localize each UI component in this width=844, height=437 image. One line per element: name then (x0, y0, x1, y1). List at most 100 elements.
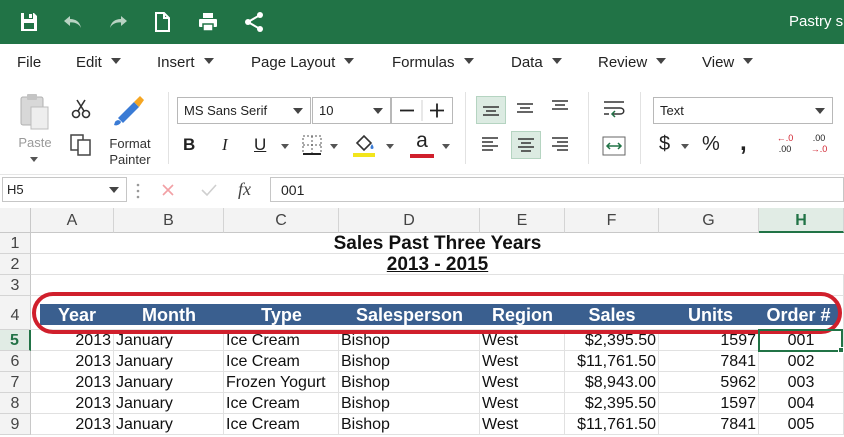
comma-style-button[interactable]: , (740, 129, 747, 157)
cell-type[interactable]: Frozen Yogurt (224, 372, 339, 393)
column-header-d[interactable]: D (339, 208, 480, 233)
decrease-decimal-button[interactable]: .00 →.0 (804, 133, 834, 155)
cell-month[interactable]: January (114, 414, 224, 435)
menu-formulas[interactable]: Formulas (392, 54, 474, 71)
empty-row-3[interactable] (31, 275, 844, 296)
menu-page-layout[interactable]: Page Layout (251, 54, 355, 71)
column-header-e[interactable]: E (480, 208, 565, 233)
row-header-5[interactable]: 5 (0, 330, 31, 351)
undo-icon[interactable] (61, 10, 85, 34)
menu-data[interactable]: Data (511, 54, 562, 71)
sheet-title-cell[interactable]: Sales Past Three Years (31, 233, 844, 254)
formula-input[interactable]: 001 (270, 177, 844, 202)
fill-handle[interactable] (838, 347, 844, 353)
row-header-9[interactable]: 9 (0, 414, 31, 435)
column-header-f[interactable]: F (565, 208, 659, 233)
cell-order-number[interactable]: 002 (759, 351, 844, 372)
merge-cells-button[interactable] (601, 134, 627, 158)
menu-view[interactable]: View (702, 54, 754, 71)
cell-units[interactable]: 7841 (659, 351, 759, 372)
cancel-entry-icon[interactable] (160, 182, 176, 198)
cell-month[interactable]: January (114, 330, 224, 351)
column-header-a[interactable]: A (31, 208, 114, 233)
cell-region[interactable]: West (480, 351, 565, 372)
menu-edit[interactable]: Edit (76, 54, 121, 71)
wrap-text-button[interactable] (601, 97, 627, 121)
number-format-dropdown[interactable]: Text (653, 97, 833, 124)
column-header-b[interactable]: B (114, 208, 224, 233)
select-all-corner[interactable] (0, 208, 31, 233)
cell-type[interactable]: Ice Cream (224, 351, 339, 372)
row-header-8[interactable]: 8 (0, 393, 31, 414)
cell-salesperson[interactable]: Bishop (339, 393, 480, 414)
more-options-icon[interactable] (136, 183, 140, 199)
cell-sales[interactable]: $11,761.50 (565, 414, 659, 435)
cell-units[interactable]: 7841 (659, 414, 759, 435)
cell-region[interactable]: West (480, 393, 565, 414)
align-left-button[interactable] (476, 131, 506, 159)
cell-order-number[interactable]: 003 (759, 372, 844, 393)
align-middle-button[interactable] (511, 96, 541, 124)
font-size-dropdown[interactable]: 10 (312, 97, 391, 124)
save-icon[interactable] (17, 10, 41, 34)
share-icon[interactable] (242, 10, 266, 34)
menu-file[interactable]: File (17, 54, 41, 71)
paste-dropdown-icon[interactable] (30, 157, 38, 162)
cell-units[interactable]: 5962 (659, 372, 759, 393)
header-order-number[interactable]: Order # (759, 304, 838, 325)
cell-year[interactable]: 2013 (31, 393, 114, 414)
align-top-button[interactable] (476, 96, 506, 124)
cell-sales[interactable]: $2,395.50 (565, 393, 659, 414)
cell-salesperson[interactable]: Bishop (339, 414, 480, 435)
cell-salesperson[interactable]: Bishop (339, 372, 480, 393)
align-center-button[interactable] (511, 131, 541, 159)
cell-year[interactable]: 2013 (31, 351, 114, 372)
menu-review[interactable]: Review (598, 54, 667, 71)
row-header-4[interactable]: 4 (0, 296, 31, 330)
cell-salesperson[interactable]: Bishop (339, 330, 480, 351)
cell-year[interactable]: 2013 (31, 414, 114, 435)
cell-month[interactable]: January (114, 393, 224, 414)
cell-order-number[interactable]: 004 (759, 393, 844, 414)
cell-month[interactable]: January (114, 351, 224, 372)
fill-color-dropdown-icon[interactable] (386, 144, 394, 149)
header-salesperson[interactable]: Salesperson (339, 304, 480, 325)
name-box[interactable]: H5 (2, 177, 127, 202)
header-region[interactable]: Region (480, 304, 565, 325)
increase-decimal-button[interactable]: ←.0 .00 (770, 133, 800, 155)
align-right-button[interactable] (546, 131, 576, 159)
row-header-2[interactable]: 2 (0, 254, 31, 275)
cell-sales[interactable]: $11,761.50 (565, 351, 659, 372)
cell-region[interactable]: West (480, 330, 565, 351)
italic-button[interactable]: I (222, 135, 236, 155)
column-header-h[interactable]: H (759, 208, 844, 233)
insert-function-button[interactable]: fx (238, 179, 251, 200)
borders-dropdown-icon[interactable] (330, 144, 338, 149)
cell-region[interactable]: West (480, 414, 565, 435)
header-year[interactable]: Year (40, 304, 114, 325)
cell-order-number[interactable]: 005 (759, 414, 844, 435)
cell-sales[interactable]: $2,395.50 (565, 330, 659, 351)
cell-order-number[interactable]: 001 (759, 330, 844, 351)
fill-color-button[interactable] (352, 132, 376, 158)
menu-insert[interactable]: Insert (157, 54, 214, 71)
row-header-7[interactable]: 7 (0, 372, 31, 393)
cell-region[interactable]: West (480, 372, 565, 393)
copy-button[interactable] (69, 133, 93, 157)
row-header-1[interactable]: 1 (0, 233, 31, 254)
cell-sales[interactable]: $8,943.00 (565, 372, 659, 393)
currency-dropdown-icon[interactable] (681, 144, 689, 149)
font-size-stepper[interactable] (391, 97, 453, 124)
confirm-entry-icon[interactable] (200, 182, 218, 198)
cell-year[interactable]: 2013 (31, 372, 114, 393)
row-header-6[interactable]: 6 (0, 351, 31, 372)
redo-icon[interactable] (106, 10, 130, 34)
cell-year[interactable]: 2013 (31, 330, 114, 351)
underline-dropdown-icon[interactable] (281, 144, 289, 149)
borders-button[interactable] (302, 135, 322, 155)
row-header-3[interactable]: 3 (0, 275, 31, 296)
cell-salesperson[interactable]: Bishop (339, 351, 480, 372)
underline-button[interactable]: U (254, 135, 270, 155)
bold-button[interactable]: B (183, 135, 203, 155)
format-painter-button[interactable] (112, 94, 146, 128)
